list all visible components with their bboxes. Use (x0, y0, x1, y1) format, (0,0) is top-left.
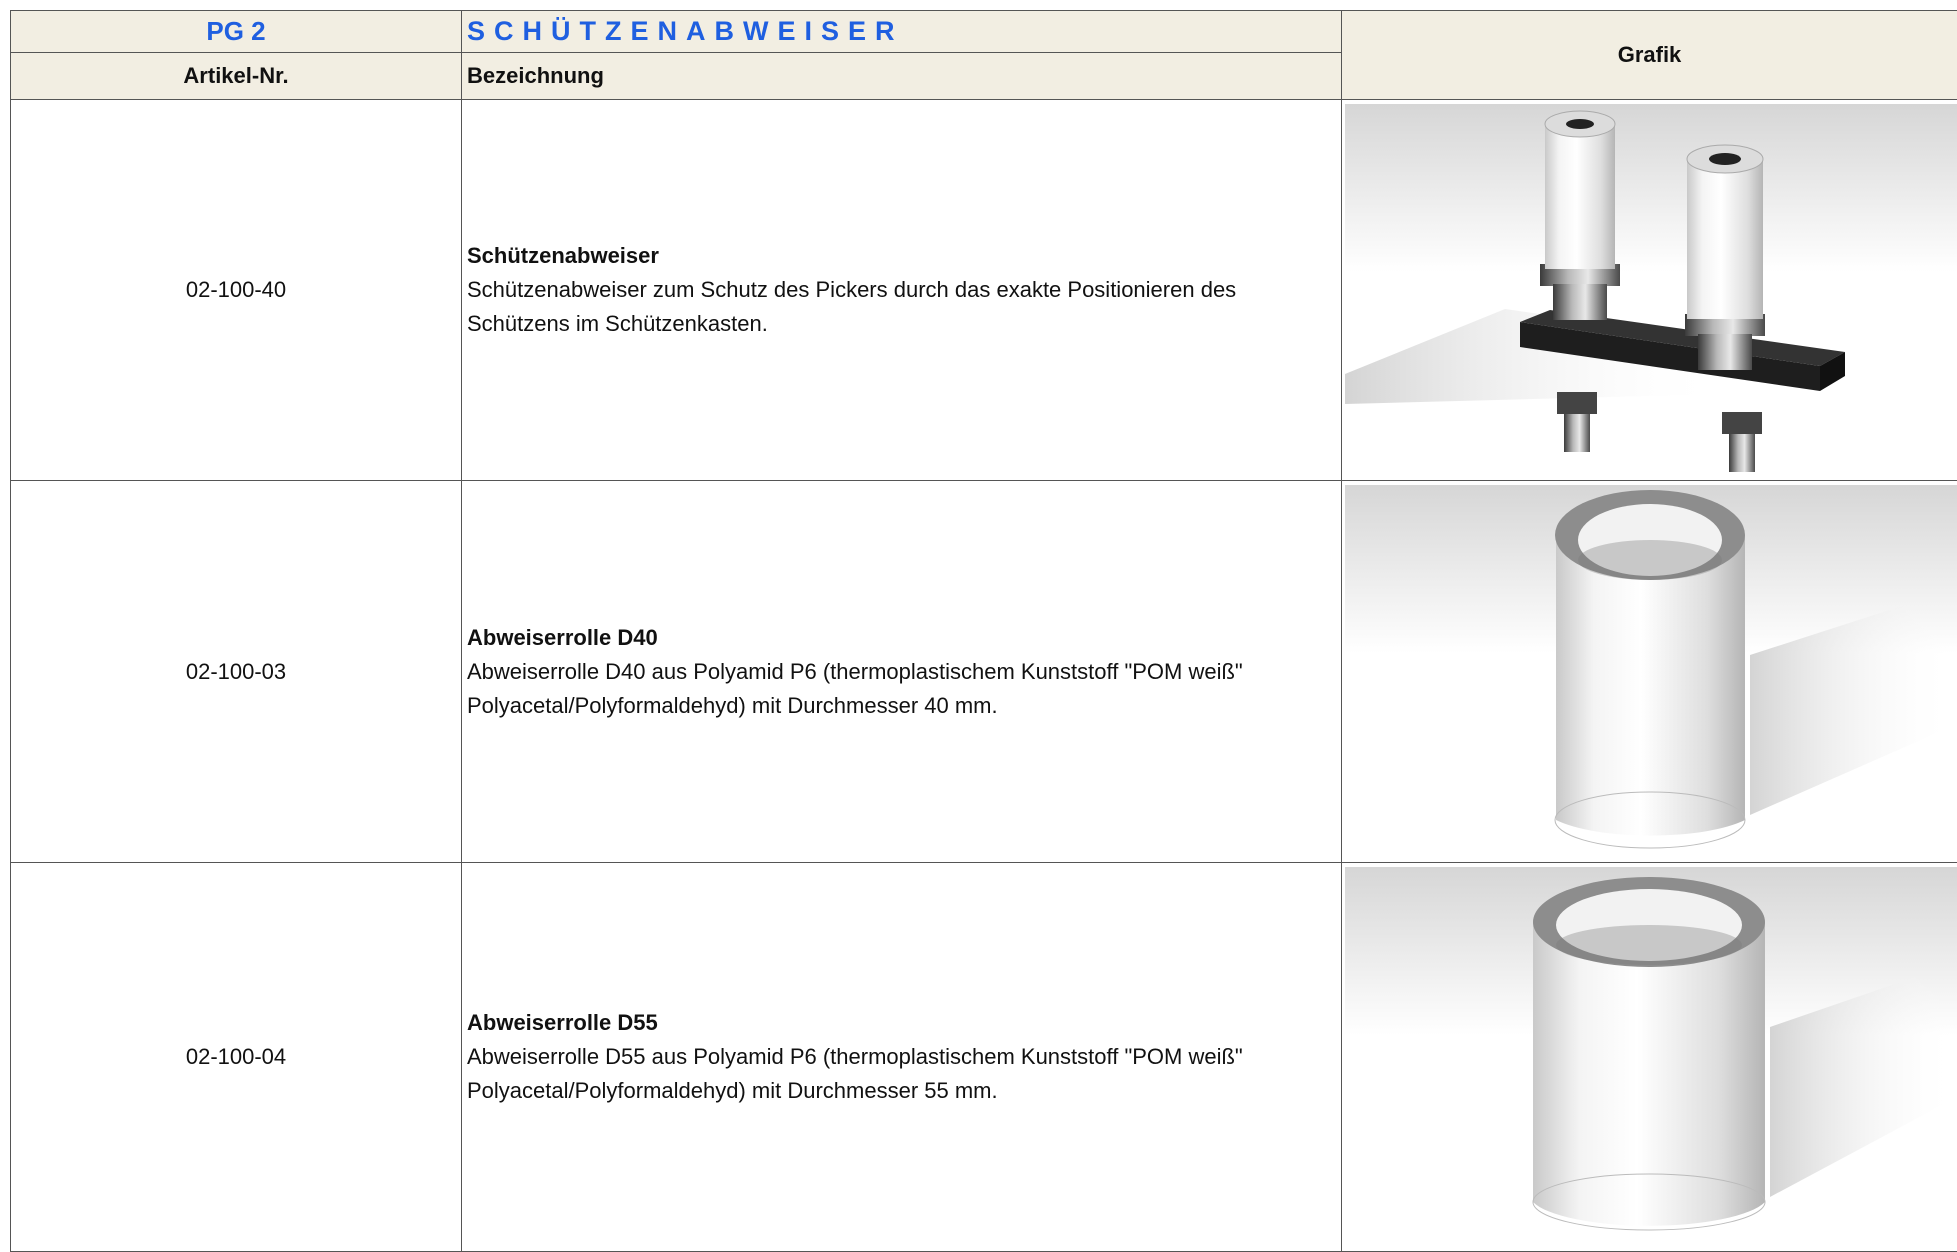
item-description: Abweiserrolle D40 aus Polyamid P6 (therm… (467, 658, 1243, 718)
bezeichnung-cell: Abweiserrolle D40 Abweiserrolle D40 aus … (461, 480, 1342, 863)
deflector-roller-d55-image (1345, 867, 1957, 1241)
shuttle-deflector-assembly-image (1345, 104, 1957, 478)
bezeichnung-cell: Abweiserrolle D55 Abweiserrolle D55 aus … (461, 862, 1342, 1252)
grafik-cell (1341, 99, 1957, 481)
item-description: Schützenabweiser zum Schutz des Pickers … (467, 277, 1237, 336)
item-title: Abweiserrolle D55 (467, 1010, 658, 1035)
artikel-nr-cell: 02-100-03 (10, 480, 462, 863)
artikel-column-header: Artikel-Nr. (10, 52, 462, 100)
artikel-nr-cell: 02-100-04 (10, 862, 462, 1252)
grafik-cell (1341, 862, 1957, 1252)
artikel-nr-cell: 02-100-40 (10, 99, 462, 481)
bezeichnung-column-header: Bezeichnung (461, 52, 1342, 100)
item-title: Schützenabweiser (467, 243, 659, 268)
grafik-cell (1341, 480, 1957, 863)
item-description: Abweiserrolle D55 aus Polyamid P6 (therm… (467, 1044, 1243, 1103)
product-group-label: PG 2 (10, 10, 462, 53)
product-sheet: PG 2 SCHÜTZENABWEISER Grafik Artikel-Nr.… (0, 0, 1957, 1252)
bezeichnung-cell: Schützenabweiser Schützenabweiser zum Sc… (461, 99, 1342, 481)
grafik-column-header: Grafik (1341, 10, 1957, 100)
deflector-roller-d40-image (1345, 485, 1957, 859)
item-title: Abweiserrolle D40 (467, 624, 658, 650)
page-title: SCHÜTZENABWEISER (461, 10, 1342, 53)
